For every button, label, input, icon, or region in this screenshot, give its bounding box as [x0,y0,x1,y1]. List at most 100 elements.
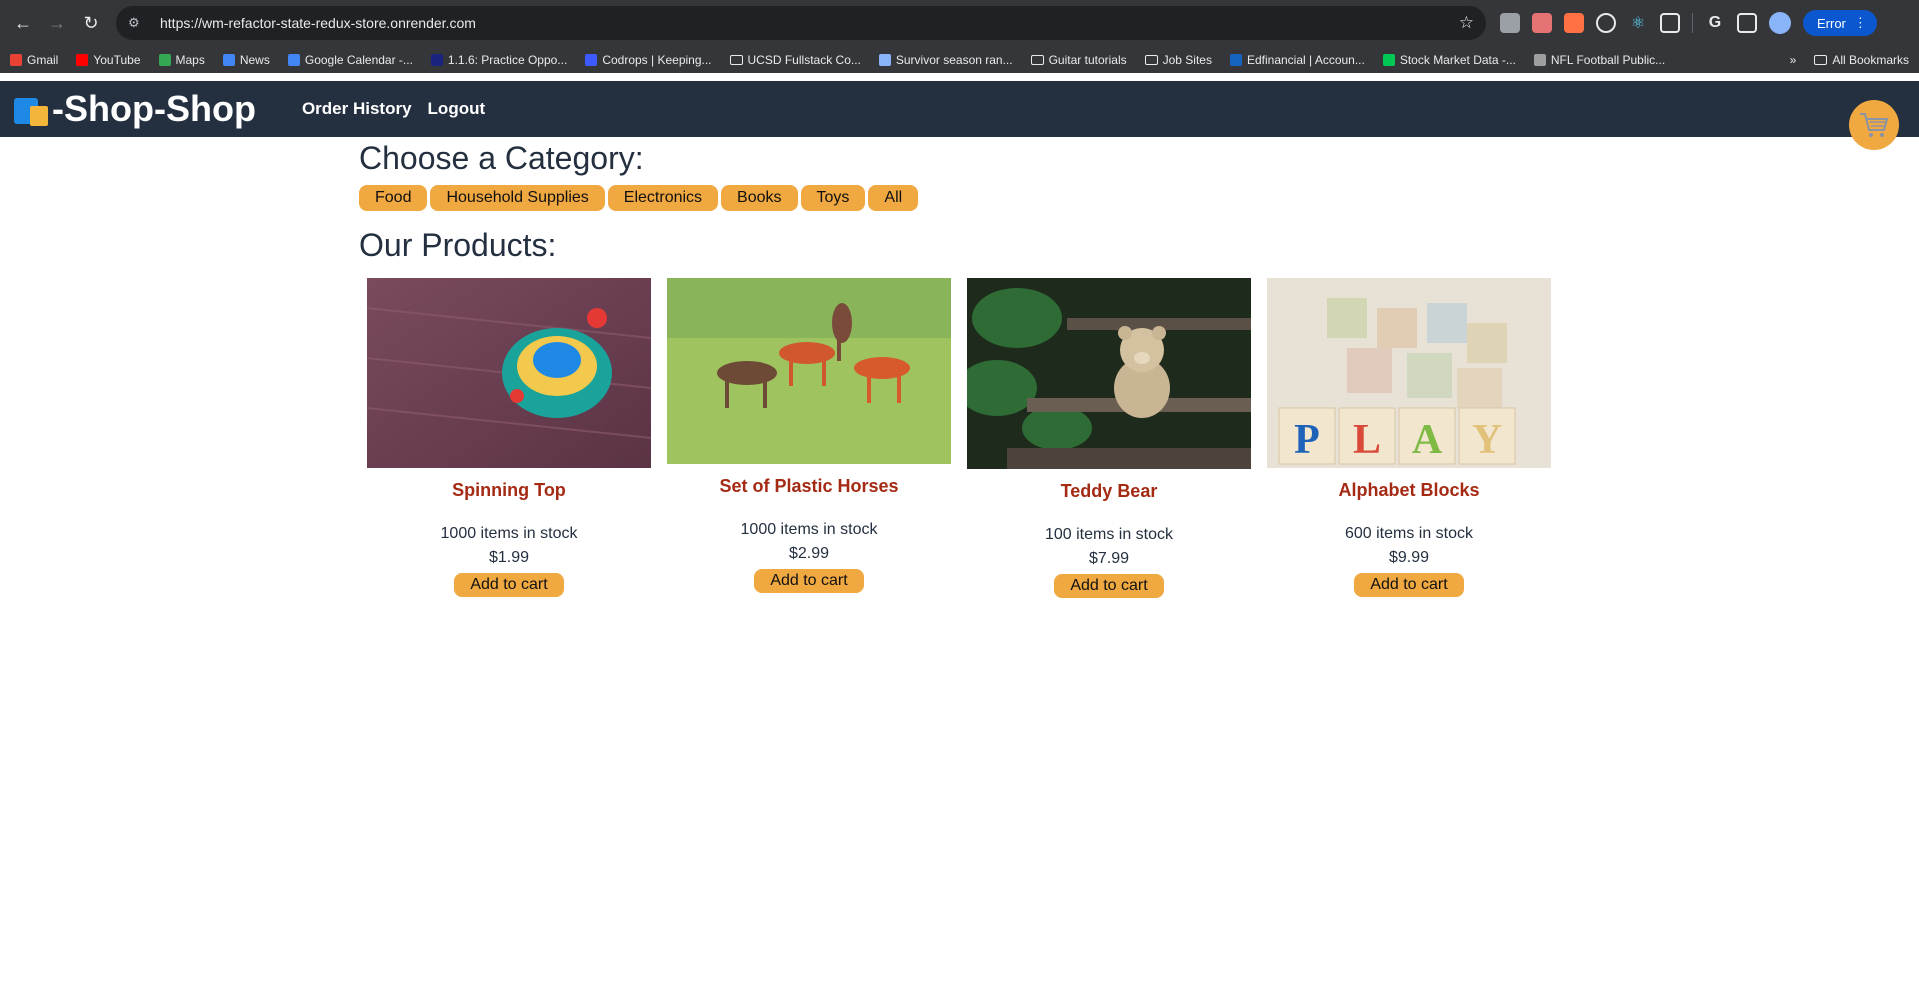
category-household-supplies-button[interactable]: Household Supplies [430,185,605,211]
site-logo[interactable]: -Shop-Shop [12,88,256,130]
bookmark-star-icon[interactable]: ☆ [1459,13,1474,33]
nav-logout[interactable]: Logout [428,99,486,119]
bookmark-label: UCSD Fullstack Co... [747,52,861,67]
folder-icon [729,54,743,65]
favicon-icon [1533,53,1546,66]
app-header: -Shop-Shop Order History Logout [0,81,1919,137]
svg-text:Y: Y [1472,417,1502,463]
profile-error-button[interactable]: Error ⋮ [1803,10,1877,36]
product-name[interactable]: Teddy Bear [967,481,1251,502]
bookmark-item[interactable]: 1.1.6: Practice Oppo... [430,52,568,67]
bookmark-label: 1.1.6: Practice Oppo... [447,52,568,67]
category-books-button[interactable]: Books [721,185,798,211]
bookmark-item[interactable]: YouTube [76,53,141,67]
extension-icon[interactable] [1596,13,1616,33]
product-stock: 600 items in stock [1344,525,1474,542]
category-electronics-button[interactable]: Electronics [607,185,719,211]
svg-text:A: A [1412,417,1443,463]
product-image-alphabet-blocks[interactable]: P L A Y [1267,278,1551,468]
product-price: $2.99 [788,545,830,562]
bookmark-item[interactable]: Job Sites [1144,53,1212,67]
profile-avatar[interactable] [1769,12,1791,34]
address-bar[interactable]: ⚙ https://wm-refactor-state-redux-store.… [116,6,1486,40]
back-icon[interactable]: ← [8,8,38,38]
add-to-cart-button[interactable]: Add to cart [1354,573,1464,597]
react-devtools-icon[interactable]: ⚛ [1628,13,1648,33]
browser-chrome: ← → ↻ ⚙ https://wm-refactor-state-redux-… [0,0,1919,73]
category-food-button[interactable]: Food [359,185,428,211]
bookmark-item[interactable]: Stock Market Data -... [1382,52,1516,67]
product-list: Spinning Top 1000 items in stock $1.99 A… [359,278,1559,598]
bookmark-label: Guitar tutorials [1048,52,1127,67]
favicon-icon [430,53,443,66]
bookmark-label: News [239,52,270,67]
bookmarks-right: » All Bookmarks [1790,53,1909,67]
bookmark-label: Google Calendar -... [304,52,413,67]
products-heading: Our Products: [359,227,557,263]
reload-icon[interactable]: ↻ [76,8,106,38]
category-list: Food Household Supplies Electronics Book… [359,185,1559,211]
bookmark-item[interactable]: News [222,52,270,67]
add-to-cart-button[interactable]: Add to cart [454,573,564,597]
product-card: P L A Y Alphabet Blocks 600 items in sto… [1267,278,1551,598]
bookmark-label: Stock Market Data -... [1399,52,1516,67]
favicon-icon [10,53,22,66]
product-name[interactable]: Alphabet Blocks [1267,480,1551,501]
url-text[interactable]: https://wm-refactor-state-redux-store.on… [160,15,1459,31]
add-to-cart-button[interactable]: Add to cart [1054,574,1164,598]
bookmark-label: Survivor season ran... [895,52,1013,67]
cart-button[interactable] [1849,100,1899,150]
product-price: $7.99 [1088,550,1130,567]
all-bookmarks-label: All Bookmarks [1832,52,1909,67]
extension-icon[interactable] [1500,13,1520,33]
bookmark-label: Edfinancial | Accoun... [1246,52,1365,67]
shopping-bag-icon [12,92,50,126]
bookmark-item[interactable]: Codrops | Keeping... [585,52,712,67]
bookmark-item[interactable]: Maps [158,52,205,67]
folder-icon [1030,54,1044,65]
product-card: Teddy Bear 100 items in stock $7.99 Add … [967,278,1251,598]
google-icon[interactable]: G [1705,13,1725,33]
product-image-plastic-horses[interactable] [667,278,951,464]
bookmark-item[interactable]: Guitar tutorials [1030,52,1127,67]
product-stock: 1000 items in stock [740,521,878,538]
more-bookmarks-icon[interactable]: » [1790,53,1797,67]
product-stock: 100 items in stock [1044,526,1174,543]
bookmark-item[interactable]: Survivor season ran... [878,52,1013,67]
product-name[interactable]: Spinning Top [367,480,651,501]
main-nav: Order History Logout [302,99,485,119]
browser-toolbar: ← → ↻ ⚙ https://wm-refactor-state-redux-… [0,0,1919,46]
folder-icon [1814,54,1828,65]
add-to-cart-button[interactable]: Add to cart [754,569,864,593]
favicon-icon [222,53,235,66]
favicon-icon [1229,53,1242,66]
bookmark-item[interactable]: Gmail [10,53,58,67]
folder-icon [1144,54,1158,65]
bookmark-label: Codrops | Keeping... [602,52,712,67]
main-content: Choose a Category: Food Household Suppli… [359,140,1559,598]
favicon-icon [158,53,171,66]
site-info-icon[interactable]: ⚙ [128,15,148,31]
bookmark-label: Maps [175,52,205,67]
favicon-icon [878,53,891,66]
extension-icon[interactable] [1532,13,1552,33]
product-image-teddy-bear[interactable] [967,278,1251,469]
extensions-row: ⚛ G Error ⋮ [1500,10,1877,36]
product-card: Set of Plastic Horses 1000 items in stoc… [667,278,951,598]
favicon-icon [287,53,300,66]
bookmark-item[interactable]: NFL Football Public... [1533,53,1665,67]
bookmark-item[interactable]: Edfinancial | Accoun... [1229,52,1365,67]
all-bookmarks-button[interactable]: All Bookmarks [1814,53,1909,67]
category-toys-button[interactable]: Toys [800,185,866,211]
extensions-puzzle-icon[interactable] [1660,13,1680,33]
side-panel-icon[interactable] [1737,13,1757,33]
extension-icon[interactable] [1564,13,1584,33]
nav-order-history[interactable]: Order History [302,99,412,119]
category-all-button[interactable]: All [868,185,919,211]
product-name[interactable]: Set of Plastic Horses [667,476,951,497]
product-image-spinning-top[interactable] [367,278,651,468]
forward-icon[interactable]: → [42,8,72,38]
bookmark-item[interactable]: Google Calendar -... [287,52,413,67]
site-title: -Shop-Shop [52,88,256,129]
bookmark-item[interactable]: UCSD Fullstack Co... [729,52,861,67]
